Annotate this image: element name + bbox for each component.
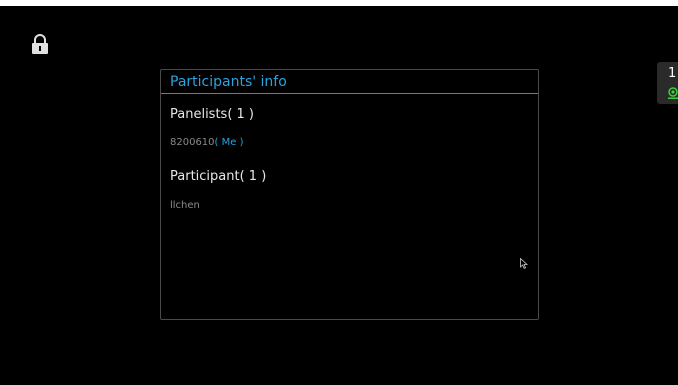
dialog-title: Participants' info [170, 74, 287, 90]
top-status-strip [0, 0, 678, 6]
screen: Participants' info Panelists( 1 ) 820061… [0, 0, 678, 385]
participant-count: 1 [668, 66, 677, 81]
green-record-icon [668, 87, 678, 99]
participants-heading: Participant( 1 ) [170, 169, 267, 184]
participant-list-item[interactable]: llchen [170, 200, 200, 211]
panelist-list-item[interactable]: 8200610( Me ) [170, 137, 244, 148]
participant-name: llchen [170, 200, 200, 211]
participant-count-widget[interactable]: 1 [657, 62, 678, 104]
lock-icon[interactable] [31, 34, 49, 54]
me-tag: ( Me ) [214, 137, 244, 148]
panelist-id: 8200610 [170, 137, 215, 148]
panelists-heading: Panelists( 1 ) [170, 107, 255, 122]
dialog-title-divider [161, 93, 538, 94]
mouse-cursor-icon [520, 258, 528, 269]
participants-info-dialog: Participants' info Panelists( 1 ) 820061… [160, 69, 539, 320]
